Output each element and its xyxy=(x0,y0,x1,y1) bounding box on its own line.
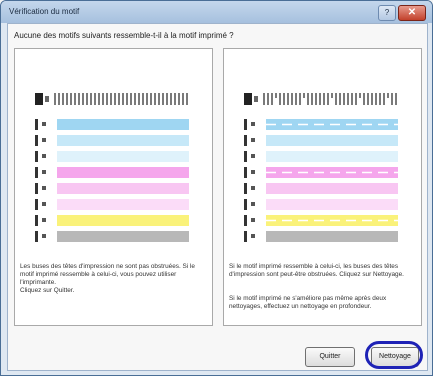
band-marker-dot xyxy=(251,122,255,126)
band-marker-dot xyxy=(251,186,255,190)
color-band xyxy=(57,215,189,226)
color-band xyxy=(57,199,189,210)
band-marker-dot xyxy=(251,202,255,206)
bad-pattern-description: Si le motif imprimé ressemble à celui-ci… xyxy=(229,263,404,278)
bad-pattern-instruction: Si le motif imprimé ne s'améliore pas mê… xyxy=(229,295,387,310)
band-marker-bar xyxy=(244,183,247,194)
band-marker-dot xyxy=(42,202,46,206)
band-marker-bar xyxy=(244,135,247,146)
band-marker-bar xyxy=(244,119,247,130)
color-band xyxy=(266,151,398,162)
band-marker-bar xyxy=(244,199,247,210)
band-marker-dot xyxy=(42,218,46,222)
band-marker-bar xyxy=(244,151,247,162)
close-button[interactable]: ✕ xyxy=(398,5,426,21)
panel-bad-pattern: Si le motif imprimé ressemble à celui-ci… xyxy=(223,48,422,326)
band-marker-dot xyxy=(251,234,255,238)
band-marker-bar xyxy=(244,231,247,242)
black-pattern-block xyxy=(35,93,43,105)
color-band xyxy=(266,231,398,242)
quit-button[interactable]: Quitter xyxy=(305,347,355,367)
black-pattern-block xyxy=(244,93,252,105)
color-band xyxy=(266,135,398,146)
help-button[interactable]: ? xyxy=(378,5,396,21)
color-band xyxy=(57,167,189,178)
band-marker-bar xyxy=(35,215,38,226)
band-marker-dot xyxy=(251,170,255,174)
band-marker-bar xyxy=(244,215,247,226)
band-marker-bar xyxy=(35,199,38,210)
band-marker-dot xyxy=(42,186,46,190)
good-pattern-description: Les buses des têtes d'impression ne sont… xyxy=(20,263,195,286)
band-marker-dot xyxy=(42,154,46,158)
band-marker-dot xyxy=(251,218,255,222)
black-pattern-label xyxy=(45,96,49,102)
nozzle-pattern-good xyxy=(35,93,189,242)
band-marker-bar xyxy=(35,231,38,242)
band-marker-dot xyxy=(42,138,46,142)
dialog-window: Vérification du motif ? ✕ Aucune des mot… xyxy=(0,0,433,376)
good-pattern-instruction: Cliquez sur Quitter. xyxy=(20,287,75,294)
band-marker-bar xyxy=(35,135,38,146)
band-marker-bar xyxy=(35,167,38,178)
band-marker-dot xyxy=(42,170,46,174)
color-band xyxy=(266,183,398,194)
color-band xyxy=(57,231,189,242)
band-marker-bar xyxy=(244,167,247,178)
color-band xyxy=(57,135,189,146)
black-pattern-label xyxy=(254,96,258,102)
window-title: Vérification du motif xyxy=(9,7,80,16)
cleaning-button-highlight xyxy=(365,341,423,369)
panel-good-pattern: Les buses des têtes d'impression ne sont… xyxy=(14,48,213,326)
question-text: Aucune des motifs suivants ressemble-t-i… xyxy=(14,31,234,40)
band-marker-bar xyxy=(35,183,38,194)
band-marker-bar xyxy=(35,151,38,162)
nozzle-pattern-bad xyxy=(244,93,398,242)
band-marker-dot xyxy=(251,154,255,158)
color-band xyxy=(57,183,189,194)
band-marker-dot xyxy=(251,138,255,142)
dialog-body: Aucune des motifs suivants ressemble-t-i… xyxy=(7,23,428,371)
color-band xyxy=(266,199,398,210)
band-marker-bar xyxy=(35,119,38,130)
band-marker-dot xyxy=(42,122,46,126)
color-band xyxy=(57,151,189,162)
title-bar[interactable]: Vérification du motif ? ✕ xyxy=(1,1,432,23)
band-marker-dot xyxy=(42,234,46,238)
color-band xyxy=(57,119,189,130)
